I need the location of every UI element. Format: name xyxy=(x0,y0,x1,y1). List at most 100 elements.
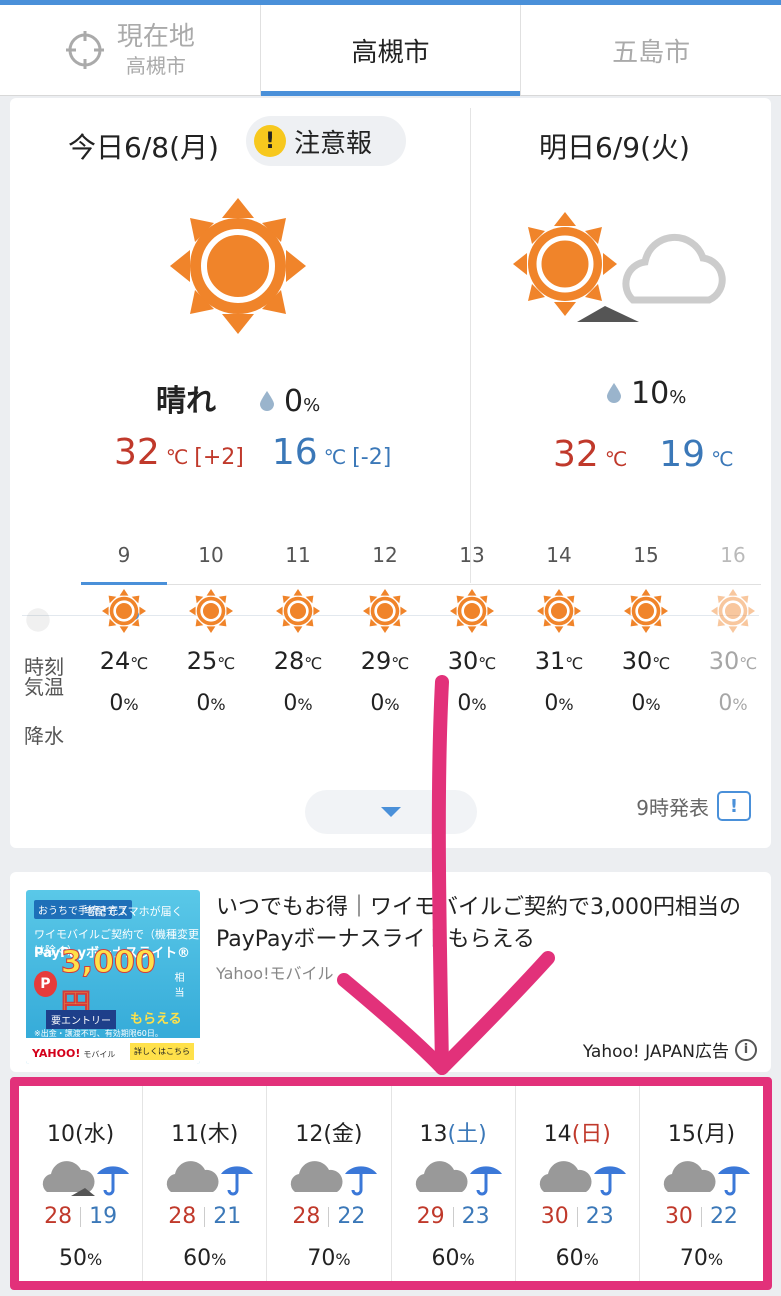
weekly-forecast[interactable]: 10(水) 28 19 50% 11(木) 28 21 60% 12(金) 28 22 70% 13(土… xyxy=(10,1077,772,1290)
weekly-date: 15(月) xyxy=(667,1122,736,1147)
sun-cloud-icon xyxy=(513,212,726,322)
hourly-column: 13 30℃ 0% xyxy=(429,543,515,716)
temp-separator xyxy=(452,1206,454,1227)
ad-banner-footer: YAHOO! モバイル 詳しくはこちら xyxy=(26,1038,200,1064)
weekly-high: 28 xyxy=(168,1204,197,1229)
hourly-temp: 30℃ xyxy=(447,647,497,675)
ad-label-text: Yahoo! JAPAN広告 xyxy=(582,1042,729,1062)
drop-icon xyxy=(607,383,621,403)
sun-icon xyxy=(189,589,233,633)
hourly-column: 11 28℃ 0% xyxy=(255,543,341,716)
today-panel[interactable]: 今日6/8(月) ! 注意報 晴れ 0% 32 ℃ [+2] 16 ℃ [-2] xyxy=(10,98,470,590)
tomorrow-high: 32 xyxy=(553,434,599,475)
hourly-pop: 0% xyxy=(283,691,313,716)
forecast-card: 今日6/8(月) ! 注意報 晴れ 0% 32 ℃ [+2] 16 ℃ [-2]… xyxy=(10,98,771,848)
hourly-column: 9 24℃ 0% xyxy=(81,543,167,716)
weekly-date: 12(金) xyxy=(295,1122,363,1147)
info-icon: i xyxy=(735,1038,757,1061)
temp-separator xyxy=(700,1206,702,1227)
exclamation-icon: ! xyxy=(254,125,286,157)
weekly-high: 28 xyxy=(292,1204,321,1229)
ad-banner-more: 詳しくはこちら xyxy=(130,1042,194,1060)
hourly-column: 14 31℃ 0% xyxy=(516,543,602,716)
today-weather: 晴れ xyxy=(156,384,216,419)
weekly-temps: 29 23 xyxy=(392,1204,515,1229)
hourly-temp: 29℃ xyxy=(360,647,410,675)
weekly-low: 19 xyxy=(89,1204,118,1229)
weekly-date: 13(土) xyxy=(419,1122,487,1147)
tab-label: 高槻市 xyxy=(351,37,430,68)
ad-title[interactable]: いつでもお得｜ワイモバイルご契約で3,000円相当のPayPayボーナスライトも… xyxy=(216,892,756,956)
hourly-hour: 9 xyxy=(117,543,131,567)
ad-banner-image[interactable]: おうちで手続き完了 宅配でスマホが届く ワイモバイルご契約で（機種変更は除く） … xyxy=(26,890,200,1064)
hourly-pop: 0% xyxy=(109,691,139,716)
report-icon[interactable]: ! xyxy=(717,791,751,821)
sun-icon xyxy=(624,589,668,633)
weekly-pop: 60% xyxy=(183,1246,227,1271)
weekly-pop: 60% xyxy=(431,1246,475,1271)
hourly-pop: 0% xyxy=(196,691,226,716)
weekly-date: 11(木) xyxy=(171,1122,239,1147)
hourly-hour: 12 xyxy=(372,543,398,567)
sun-icon xyxy=(363,589,407,633)
tab-label: 五島市 xyxy=(612,37,691,68)
pop-unit: % xyxy=(303,395,321,416)
temp-separator xyxy=(576,1206,578,1227)
hourly-hour: 15 xyxy=(633,543,659,567)
tab-current-location[interactable]: 現在地 高槻市 xyxy=(0,5,261,95)
chevron-down-icon xyxy=(381,807,401,817)
cloud-umbrella-icon xyxy=(663,1161,750,1196)
expand-hourly-button[interactable] xyxy=(305,790,477,834)
hourly-pop: 0% xyxy=(718,691,748,716)
weekly-day[interactable]: 10(水) 28 19 50% xyxy=(19,1086,144,1281)
temp-unit: ℃ xyxy=(604,447,628,471)
ad-banner-text: 宅配でスマホが届く xyxy=(84,905,183,918)
weekly-day[interactable]: 15(月) 30 22 70% xyxy=(640,1086,763,1281)
drop-icon xyxy=(260,391,274,411)
hourly-pop: 0% xyxy=(370,691,400,716)
weekly-day[interactable]: 11(木) 28 21 60% xyxy=(143,1086,268,1281)
weekly-date: 10(水) xyxy=(47,1122,115,1147)
ad-banner-text: 要エントリー xyxy=(46,1010,116,1029)
sun-icon xyxy=(450,589,494,633)
weekly-day[interactable]: 13(土) 29 23 60% xyxy=(392,1086,516,1281)
hourly-label-pop: 降水 xyxy=(24,724,64,748)
hourly-pop: 0% xyxy=(457,691,487,716)
tomorrow-panel[interactable]: 明日6/9(火) 10% 32 ℃ 19 ℃ xyxy=(471,98,771,590)
tomorrow-pop: 10 xyxy=(631,376,670,411)
hourly-pop: 0% xyxy=(544,691,574,716)
ad-label[interactable]: Yahoo! JAPAN広告 i xyxy=(583,1037,757,1062)
ad-banner-text: 相当 xyxy=(174,973,185,999)
ad-banner-text: モバイル xyxy=(83,1049,116,1059)
ad-card[interactable]: おうちで手続き完了 宅配でスマホが届く ワイモバイルご契約で（機種変更は除く） … xyxy=(10,872,771,1072)
location-tabs: 現在地 高槻市 高槻市 五島市 xyxy=(0,5,781,96)
alert-badge[interactable]: ! 注意報 xyxy=(246,116,406,166)
tab-goto[interactable]: 五島市 xyxy=(521,5,781,95)
temp-separator xyxy=(80,1206,82,1227)
alert-label: 注意報 xyxy=(294,128,373,159)
today-high-diff: [+2] xyxy=(194,445,244,470)
temp-unit: ℃ xyxy=(165,445,189,469)
publish-label: 9時発表 xyxy=(636,795,709,820)
sun-icon xyxy=(102,589,146,633)
tab-takatsuki[interactable]: 高槻市 xyxy=(260,5,522,96)
tab-label: 現在地 xyxy=(116,22,195,53)
temp-separator xyxy=(204,1206,206,1227)
paypay-icon: P xyxy=(34,971,57,997)
weekly-day[interactable]: 12(金) 28 22 70% xyxy=(267,1086,392,1281)
crosshair-icon xyxy=(65,31,104,69)
weekly-day[interactable]: 14(日) 30 23 60% xyxy=(516,1086,640,1281)
weekly-temps: 30 22 xyxy=(640,1204,763,1229)
weekly-high: 30 xyxy=(664,1204,693,1229)
sun-icon xyxy=(711,589,755,633)
weekly-pop: 60% xyxy=(555,1246,599,1271)
temp-unit: ℃ xyxy=(323,445,347,469)
sun-icon xyxy=(26,608,50,632)
hourly-label-temp: 気温 xyxy=(24,675,64,699)
weekly-low: 23 xyxy=(585,1204,614,1229)
sun-icon xyxy=(170,198,306,334)
hourly-hour: 11 xyxy=(285,543,311,567)
publish-time: 9時発表 ! xyxy=(636,791,751,821)
weekly-low: 21 xyxy=(213,1204,242,1229)
weekly-high: 30 xyxy=(540,1204,569,1229)
